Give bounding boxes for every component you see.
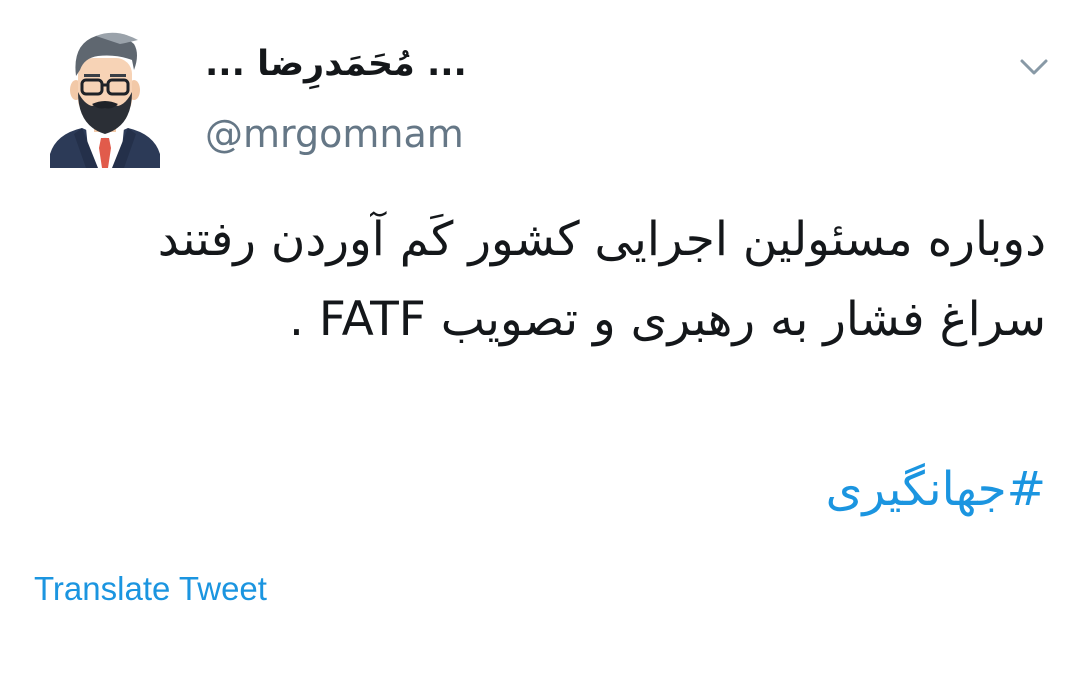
- chevron-down-icon: [1020, 59, 1048, 75]
- user-handle[interactable]: @mrgomnam: [205, 112, 464, 156]
- tweet-card: ... مُحَمَدرِضا ... @mrgomnam دوباره مسئ…: [0, 0, 1080, 677]
- avatar[interactable]: [46, 30, 164, 168]
- tweet-text: دوباره مسئولین اجرایی کشور کَم آوردن رفت…: [56, 200, 1046, 360]
- bearded-man-avatar-icon: [50, 32, 160, 168]
- tweet-menu-button[interactable]: [1014, 52, 1054, 82]
- display-name[interactable]: ... مُحَمَدرِضا ...: [205, 44, 467, 84]
- translate-tweet-link[interactable]: Translate Tweet: [34, 570, 267, 608]
- hashtag-link[interactable]: #جهانگیری: [826, 462, 1046, 517]
- tweet-text-line: سراغ فشار به رهبری و تصویب FATF .: [288, 292, 1046, 347]
- tweet-text-line: دوباره مسئولین اجرایی کشور کَم آوردن رفت…: [157, 212, 1046, 267]
